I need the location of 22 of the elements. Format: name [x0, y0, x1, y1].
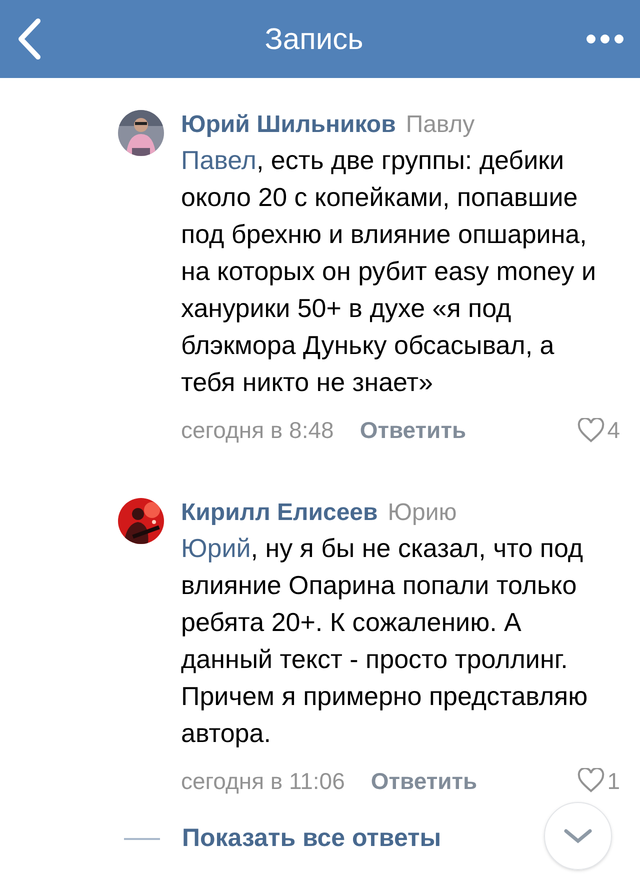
heart-icon: [577, 418, 606, 443]
comment-time: сегодня в 8:48: [181, 416, 334, 445]
scroll-down-button[interactable]: [544, 802, 612, 870]
show-all-replies-link[interactable]: Показать все ответы: [182, 820, 442, 858]
chevron-down-icon: [563, 828, 593, 844]
like-button[interactable]: 4: [577, 413, 620, 448]
back-icon[interactable]: [16, 18, 42, 60]
heart-icon: [577, 768, 606, 794]
mention-link[interactable]: Юрий: [181, 532, 251, 562]
author-name[interactable]: Кирилл Елисеев: [181, 498, 378, 528]
author-name[interactable]: Юрий Шильников: [181, 110, 396, 140]
reply-to-label: Павлу: [406, 110, 475, 140]
more-icon[interactable]: [586, 34, 624, 44]
reply-button[interactable]: Ответить: [370, 764, 478, 798]
mention-link[interactable]: Павел: [181, 145, 256, 175]
like-button[interactable]: 1: [577, 764, 620, 798]
comment-text: Юрий, ну я бы не сказал, что под влияние Опарина попали только ребята 20+. К сожалению. А данный текст - просто троллинг. Причем я примерно представляю автора.: [181, 532, 589, 750]
reply-to-label: Юрию: [388, 498, 457, 528]
reply-button[interactable]: Ответить: [360, 413, 466, 448]
comment-time: сегодня в 11:06: [181, 766, 345, 796]
header-title: Запись: [264, 22, 364, 58]
comment-text: Павел, есть две группы: дебики около 20 с копейками, попавшие под брехню и влияние опшарина, на которых он рубит easy money и ханурики 50+ в духе «я под блэкмора Дуньку обсасывал, а тебя никто не знает»: [181, 144, 598, 399]
